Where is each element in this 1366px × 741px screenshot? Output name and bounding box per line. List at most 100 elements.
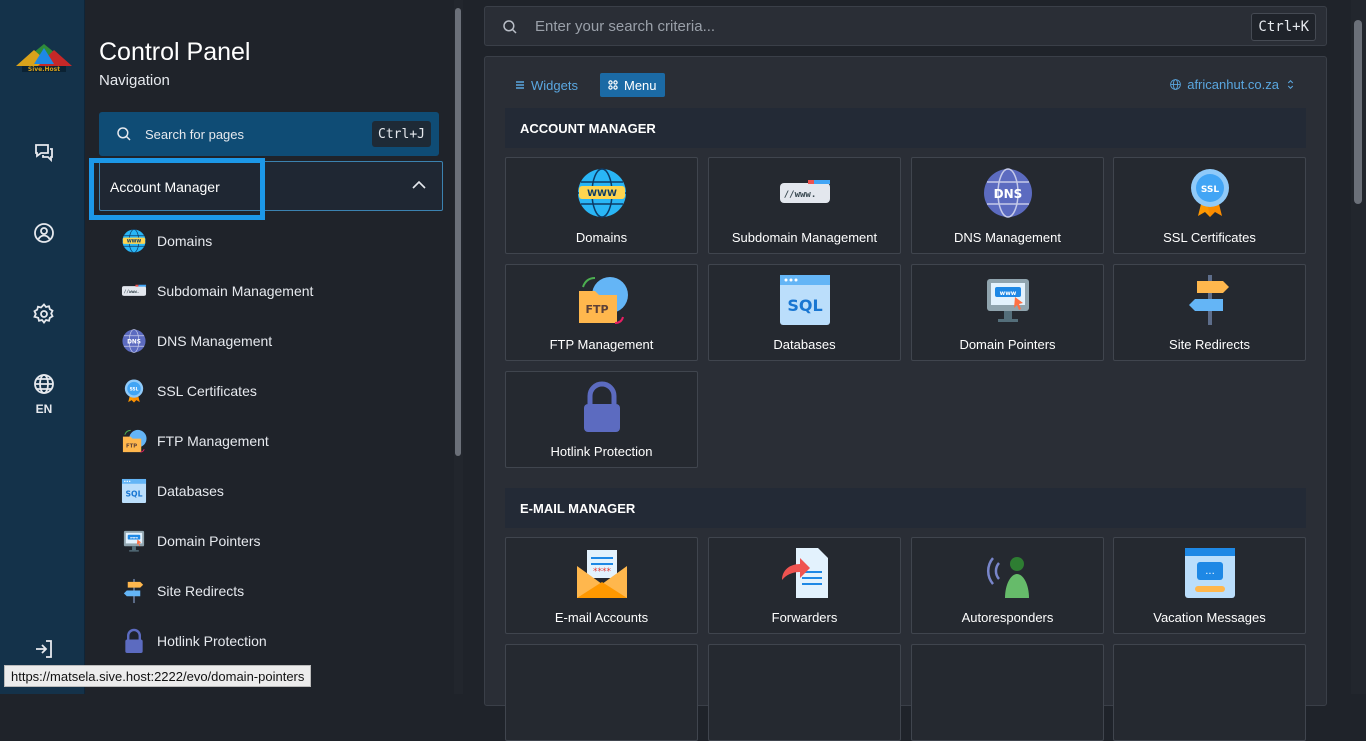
svg-text:WWW: WWW [127, 238, 142, 244]
tab-widgets[interactable]: Widgets [507, 73, 586, 97]
user-profile-button[interactable] [26, 215, 62, 251]
grid-icon [608, 80, 618, 90]
list-icon [516, 81, 524, 89]
main-scrollbar-thumb[interactable] [1354, 20, 1362, 204]
card-vacation-messages[interactable]: ... Vacation Messages [1113, 537, 1306, 634]
logo-text: Sive.Host [28, 66, 60, 73]
globe-icon [1170, 79, 1182, 90]
svg-text:SSL: SSL [130, 387, 139, 393]
tab-widgets-label: Widgets [531, 77, 578, 93]
nav-item-label: SSL Certificates [157, 383, 257, 399]
card-domain-pointers[interactable]: www Domain Pointers [911, 264, 1104, 361]
card-e-mail-accounts[interactable]: **** E-mail Accounts [505, 537, 698, 634]
nav-item-databases[interactable]: SQL Databases [121, 473, 441, 509]
nav-item-ftp-management[interactable]: FTP FTP Management [121, 423, 441, 459]
nav-item-ssl-certificates[interactable]: SSL SSL Certificates [121, 373, 441, 409]
subdomain-icon: //www. [778, 166, 832, 220]
card-label: Subdomain Management [731, 230, 878, 245]
card-domains[interactable]: WWW Domains [505, 157, 698, 254]
nav-item-site-redirects[interactable]: Site Redirects [121, 573, 441, 609]
user-circle-icon [34, 223, 54, 243]
www-globe-icon: WWW [575, 166, 629, 220]
card-partial[interactable] [708, 644, 901, 741]
svg-text:SSL: SSL [1200, 185, 1219, 195]
padlock-icon [121, 628, 147, 654]
card-label: E-mail Accounts [554, 610, 649, 625]
menu-panel: Widgets Menu africanhut.co.za ACCOUNT MA… [484, 56, 1327, 741]
card-partial[interactable] [911, 644, 1104, 741]
svg-text:DNS: DNS [127, 339, 141, 345]
autoresponders-icon [981, 546, 1035, 600]
nav-item-label: Hotlink Protection [157, 633, 267, 649]
nav-item-label: DNS Management [157, 333, 273, 349]
www-globe-icon: WWW [121, 228, 147, 254]
card-partial[interactable] [1113, 644, 1306, 741]
link-url-tooltip: https://matsela.sive.host:2222/evo/domai… [4, 665, 312, 687]
svg-text:SQL: SQL [787, 296, 822, 315]
ftp-folder-icon: FTP [575, 273, 629, 327]
subdomain-icon: //www. [121, 278, 147, 304]
support-chat-button[interactable] [26, 134, 62, 170]
svg-text:SQL: SQL [126, 489, 143, 498]
svg-text:...: ... [1205, 566, 1215, 577]
signpost-icon [1183, 273, 1237, 327]
nav-item-hotlink-protection[interactable]: Hotlink Protection [121, 623, 441, 659]
settings-button[interactable] [26, 296, 62, 332]
nav-item-subdomain-management[interactable]: //www. Subdomain Management [121, 273, 441, 309]
page-search-input[interactable]: Search for pages Ctrl+J [99, 112, 439, 156]
card-autoresponders[interactable]: Autoresponders [911, 537, 1104, 634]
logout-button[interactable] [26, 631, 62, 667]
domain-pointer-icon: www [981, 273, 1035, 327]
card-dns-management[interactable]: DNS DNS Management [911, 157, 1104, 254]
padlock-icon [575, 380, 629, 434]
svg-text:FTP: FTP [126, 443, 137, 449]
search-icon [117, 127, 131, 141]
card-label: SSL Certificates [1163, 230, 1256, 245]
nav-item-label: Databases [157, 483, 224, 499]
language-code: EN [35, 402, 53, 416]
card-label: Domains [575, 230, 628, 245]
tab-menu-label: Menu [624, 77, 657, 93]
email-accounts-icon: **** [575, 546, 629, 600]
nav-item-label: Site Redirects [157, 583, 245, 599]
nav-scrollbar-thumb[interactable] [455, 8, 461, 456]
card-forwarders[interactable]: Forwarders [708, 537, 901, 634]
nav-item-domains[interactable]: WWW Domains [121, 223, 441, 259]
sql-database-icon: SQL [778, 273, 832, 327]
nav-item-label: Domains [157, 233, 213, 249]
nav-item-domain-pointers[interactable]: www Domain Pointers [121, 523, 441, 559]
card-ssl-certificates[interactable]: SSL SSL Certificates [1113, 157, 1306, 254]
card-subdomain-management[interactable]: //www. Subdomain Management [708, 157, 901, 254]
nav-item-dns-management[interactable]: DNS DNS Management [121, 323, 441, 359]
card-label: Forwarders [771, 610, 838, 625]
globe-icon [34, 374, 54, 394]
card-site-redirects[interactable]: Site Redirects [1113, 264, 1306, 361]
dns-globe-icon: DNS [121, 328, 147, 354]
tab-menu[interactable]: Menu [600, 73, 665, 97]
domain-selector[interactable]: africanhut.co.za [1169, 77, 1300, 92]
forwarders-icon [778, 546, 832, 600]
svg-text://www.: //www. [783, 190, 816, 200]
svg-text:DNS: DNS [993, 187, 1022, 201]
signpost-icon [121, 578, 147, 604]
card-partial[interactable] [505, 644, 698, 741]
card-label: Autoresponders [961, 610, 1054, 625]
card-label: Vacation Messages [1153, 610, 1266, 625]
nav-item-label: Domain Pointers [157, 533, 261, 549]
logout-icon [36, 640, 52, 658]
global-search-input[interactable]: Enter your search criteria... Ctrl+K [484, 6, 1327, 46]
navigation-panel: Control Panel Navigation Search for page… [85, 0, 463, 694]
section-account-manager: ACCOUNT MANAGER [505, 108, 1306, 148]
chevron-updown-icon [1287, 80, 1294, 89]
svg-text:WWW: WWW [587, 189, 617, 199]
card-label: DNS Management [954, 230, 1061, 245]
sive-host-logo[interactable]: Sive.Host [12, 40, 76, 80]
card-hotlink-protection[interactable]: Hotlink Protection [505, 371, 698, 468]
svg-text://www.: //www. [124, 289, 140, 295]
language-button[interactable] [26, 366, 62, 402]
card-ftp-management[interactable]: FTP FTP Management [505, 264, 698, 361]
icon-rail: Sive.Host EN [0, 0, 85, 694]
card-databases[interactable]: SQL Databases [708, 264, 901, 361]
search-icon [503, 20, 517, 34]
account-manager-group-toggle[interactable]: Account Manager [99, 161, 443, 211]
